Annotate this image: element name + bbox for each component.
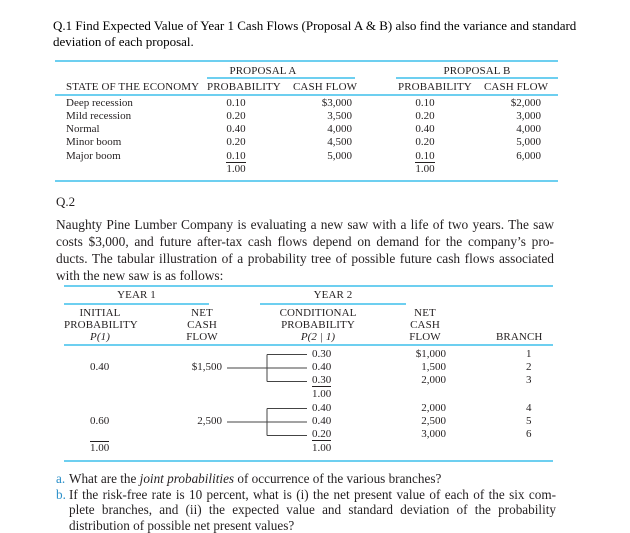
- tree-connectors: [0, 0, 630, 532]
- text-part: of occurrence of the various branches?: [234, 471, 441, 486]
- text-part: What are the: [69, 471, 140, 486]
- question-text: If the risk-free rate is 10 percent, wha…: [69, 487, 556, 533]
- question-text: What are the joint probabilities of occu…: [69, 471, 556, 487]
- question-a: a. What are the joint probabilities of o…: [56, 471, 556, 487]
- question-label: a.: [56, 471, 69, 487]
- q2-questions: a. What are the joint probabilities of o…: [56, 471, 556, 533]
- question-b: b. If the risk-free rate is 10 percent, …: [56, 487, 556, 533]
- question-label: b.: [56, 487, 69, 533]
- table-bottom-rule: [64, 460, 553, 462]
- emphasis: joint probabilities: [140, 471, 234, 486]
